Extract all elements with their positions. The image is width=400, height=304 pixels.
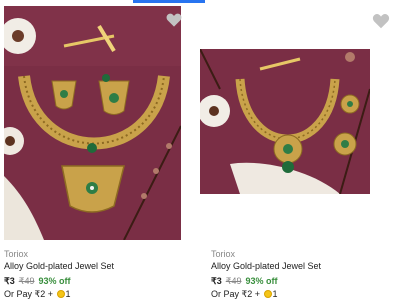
price-row: ₹3 ₹49 93% off bbox=[211, 276, 278, 287]
product-title[interactable]: Alloy Gold-plated Jewel Set bbox=[4, 261, 114, 271]
product-image[interactable] bbox=[4, 6, 181, 240]
pay-prefix: Or Pay ₹2 + bbox=[4, 289, 53, 299]
active-tab-indicator bbox=[133, 0, 205, 3]
coin-count: 1 bbox=[272, 289, 278, 299]
price-row: ₹3 ₹49 93% off bbox=[4, 276, 71, 287]
selling-price: ₹3 bbox=[211, 276, 222, 286]
coin-count: 1 bbox=[65, 289, 71, 299]
product-title[interactable]: Alloy Gold-plated Jewel Set bbox=[211, 261, 321, 271]
pay-with-coins: Or Pay ₹2 + 1 bbox=[211, 289, 278, 300]
discount-label: 93% off bbox=[245, 276, 278, 286]
pay-with-coins: Or Pay ₹2 + 1 bbox=[4, 289, 71, 300]
original-price: ₹49 bbox=[225, 276, 242, 286]
coin-icon bbox=[263, 290, 272, 298]
original-price: ₹49 bbox=[18, 276, 35, 286]
wishlist-heart-icon[interactable] bbox=[166, 12, 182, 28]
wishlist-heart-icon[interactable] bbox=[372, 13, 390, 29]
coin-icon bbox=[56, 290, 65, 298]
discount-label: 93% off bbox=[38, 276, 71, 286]
product-brand: Toriox bbox=[211, 249, 236, 259]
pay-prefix: Or Pay ₹2 + bbox=[211, 289, 260, 299]
selling-price: ₹3 bbox=[4, 276, 15, 286]
product-brand: Toriox bbox=[4, 249, 29, 259]
product-image[interactable] bbox=[200, 49, 370, 194]
